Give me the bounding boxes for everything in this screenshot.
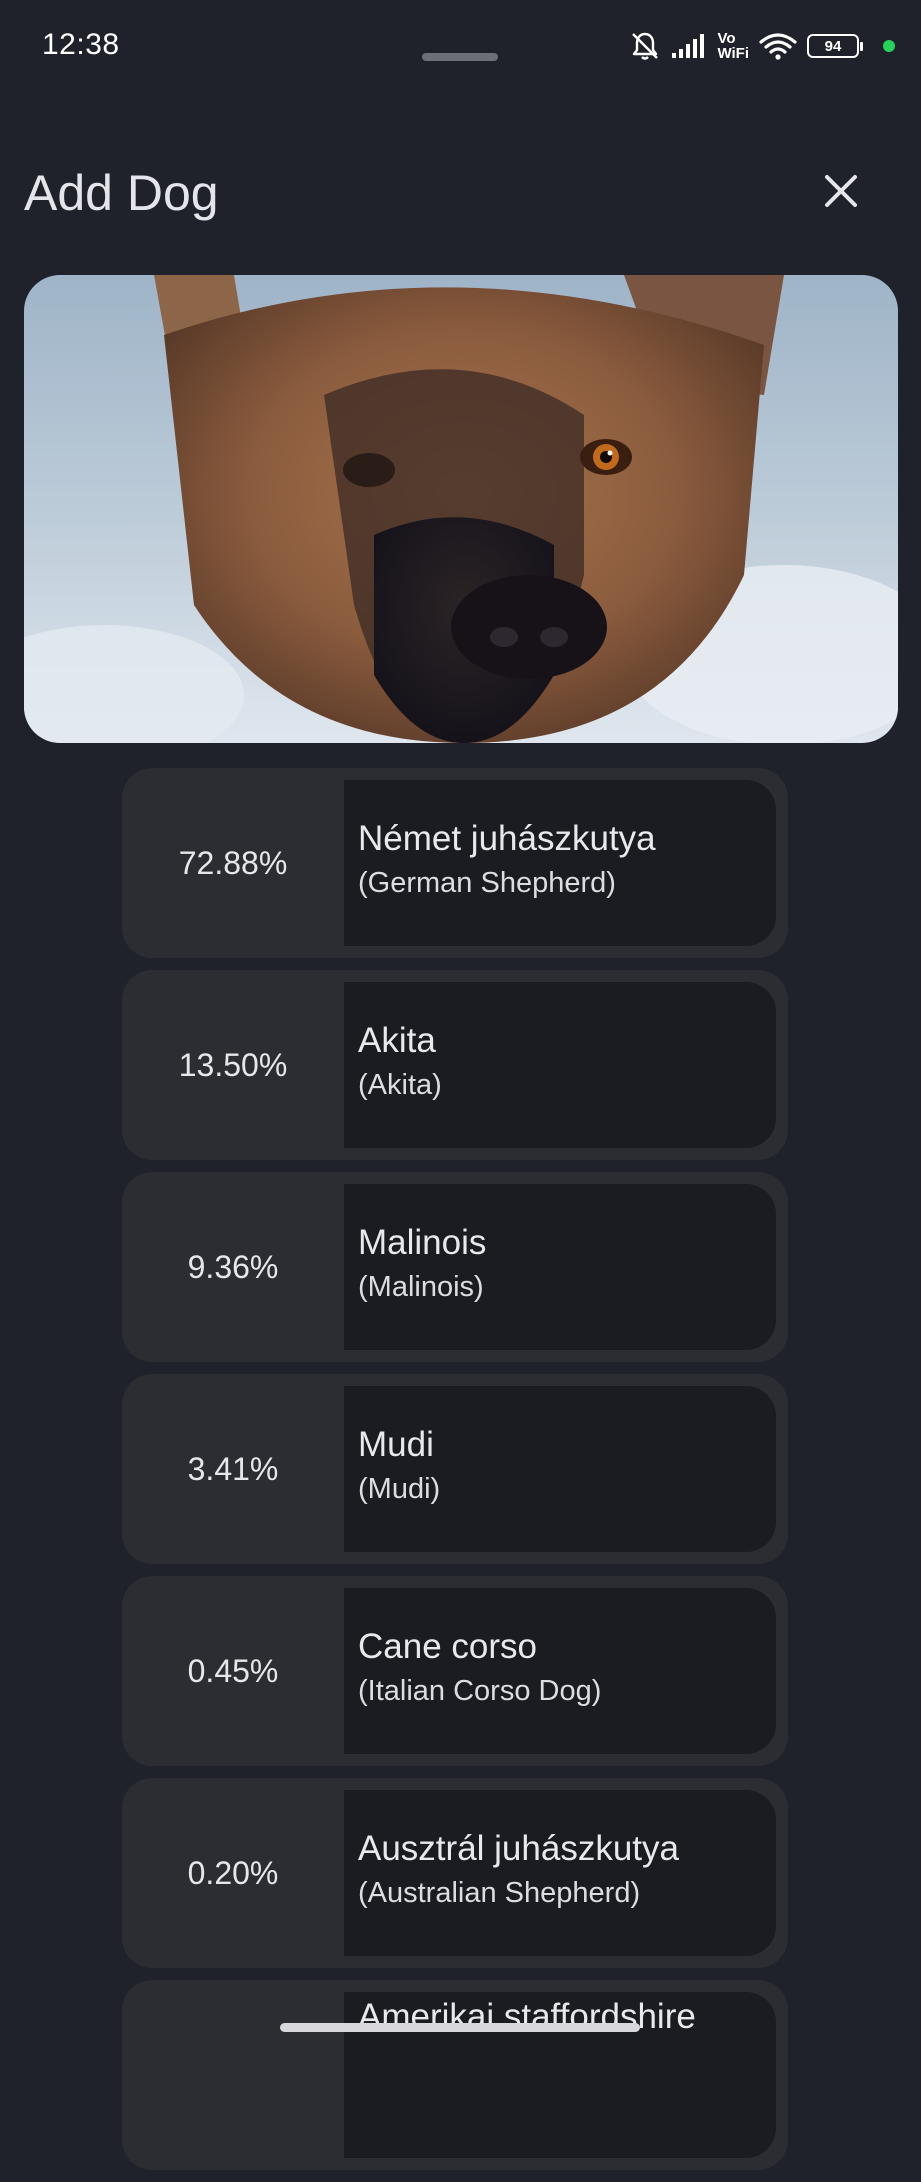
page-title: Add Dog bbox=[24, 165, 219, 221]
breed-name: Akita bbox=[358, 1021, 436, 1060]
home-indicator[interactable] bbox=[280, 2023, 640, 2032]
vowifi-indicator: Vo WiFi bbox=[717, 31, 749, 61]
vowifi-top: Vo bbox=[717, 30, 736, 47]
breed-english-name: (Italian Corso Dog) bbox=[358, 1675, 602, 1707]
bell-off-icon bbox=[629, 30, 661, 62]
breed-result-card[interactable]: 9.36% Malinois (Malinois) bbox=[122, 1172, 788, 1362]
dog-photo[interactable] bbox=[24, 275, 898, 743]
drag-handle[interactable] bbox=[422, 53, 498, 61]
breed-percent: 72.88% bbox=[178, 844, 288, 881]
breed-result-card[interactable]: 72.88% Német juhászkutya (German Shepher… bbox=[122, 768, 788, 958]
breed-name-panel: Akita (Akita) bbox=[344, 982, 776, 1148]
breed-name-panel: Ausztrál juhászkutya (Australian Shepher… bbox=[344, 1790, 776, 1956]
close-icon bbox=[825, 175, 857, 207]
breed-result-card[interactable]: 13.50% Akita (Akita) bbox=[122, 970, 788, 1160]
breed-english-name: (Akita) bbox=[358, 1069, 442, 1101]
privacy-indicator-dot bbox=[883, 40, 895, 52]
breed-english-name: (Malinois) bbox=[358, 1271, 484, 1303]
breed-percent: 3.41% bbox=[187, 1450, 279, 1487]
breed-english-name: (Australian Shepherd) bbox=[358, 1877, 641, 1909]
dog-photo-image bbox=[24, 275, 898, 743]
breed-english-name: (Mudi) bbox=[358, 1473, 441, 1505]
breed-name: Mudi bbox=[358, 1425, 434, 1464]
status-icons: Vo WiFi 94 bbox=[629, 28, 895, 64]
signal-icon bbox=[671, 33, 707, 59]
battery-icon: 94 bbox=[807, 34, 863, 58]
breed-name-panel: Malinois (Malinois) bbox=[344, 1184, 776, 1350]
breed-name-panel: Amerikai staffordshire bbox=[344, 1992, 776, 2158]
breed-result-card[interactable]: 0.45% Cane corso (Italian Corso Dog) bbox=[122, 1576, 788, 1766]
breed-results-list: 72.88% Német juhászkutya (German Shepher… bbox=[122, 768, 788, 2182]
breed-english-name: (German Shepherd) bbox=[358, 867, 616, 899]
close-button[interactable] bbox=[815, 165, 867, 217]
breed-result-card[interactable]: Amerikai staffordshire bbox=[122, 1980, 788, 2170]
breed-name: Cane corso bbox=[358, 1627, 537, 1666]
breed-result-card[interactable]: 3.41% Mudi (Mudi) bbox=[122, 1374, 788, 1564]
breed-percent bbox=[122, 1980, 344, 2170]
wifi-icon bbox=[759, 32, 797, 60]
breed-result-card[interactable]: 0.20% Ausztrál juhászkutya (Australian S… bbox=[122, 1778, 788, 1968]
breed-percent: 13.50% bbox=[178, 1046, 288, 1083]
breed-percent: 0.20% bbox=[187, 1854, 279, 1891]
breed-name-panel: Cane corso (Italian Corso Dog) bbox=[344, 1588, 776, 1754]
breed-percent: 9.36% bbox=[187, 1248, 279, 1285]
breed-name: Ausztrál juhászkutya bbox=[358, 1829, 679, 1868]
breed-name-panel: Mudi (Mudi) bbox=[344, 1386, 776, 1552]
breed-percent: 0.45% bbox=[187, 1652, 279, 1689]
vowifi-bottom: WiFi bbox=[717, 45, 749, 62]
breed-name: Német juhászkutya bbox=[358, 819, 656, 858]
breed-name-panel: Német juhászkutya (German Shepherd) bbox=[344, 780, 776, 946]
status-bar: 12:38 Vo WiFi 94 bbox=[0, 0, 921, 92]
breed-name: Malinois bbox=[358, 1223, 487, 1262]
status-time: 12:38 bbox=[42, 28, 120, 61]
